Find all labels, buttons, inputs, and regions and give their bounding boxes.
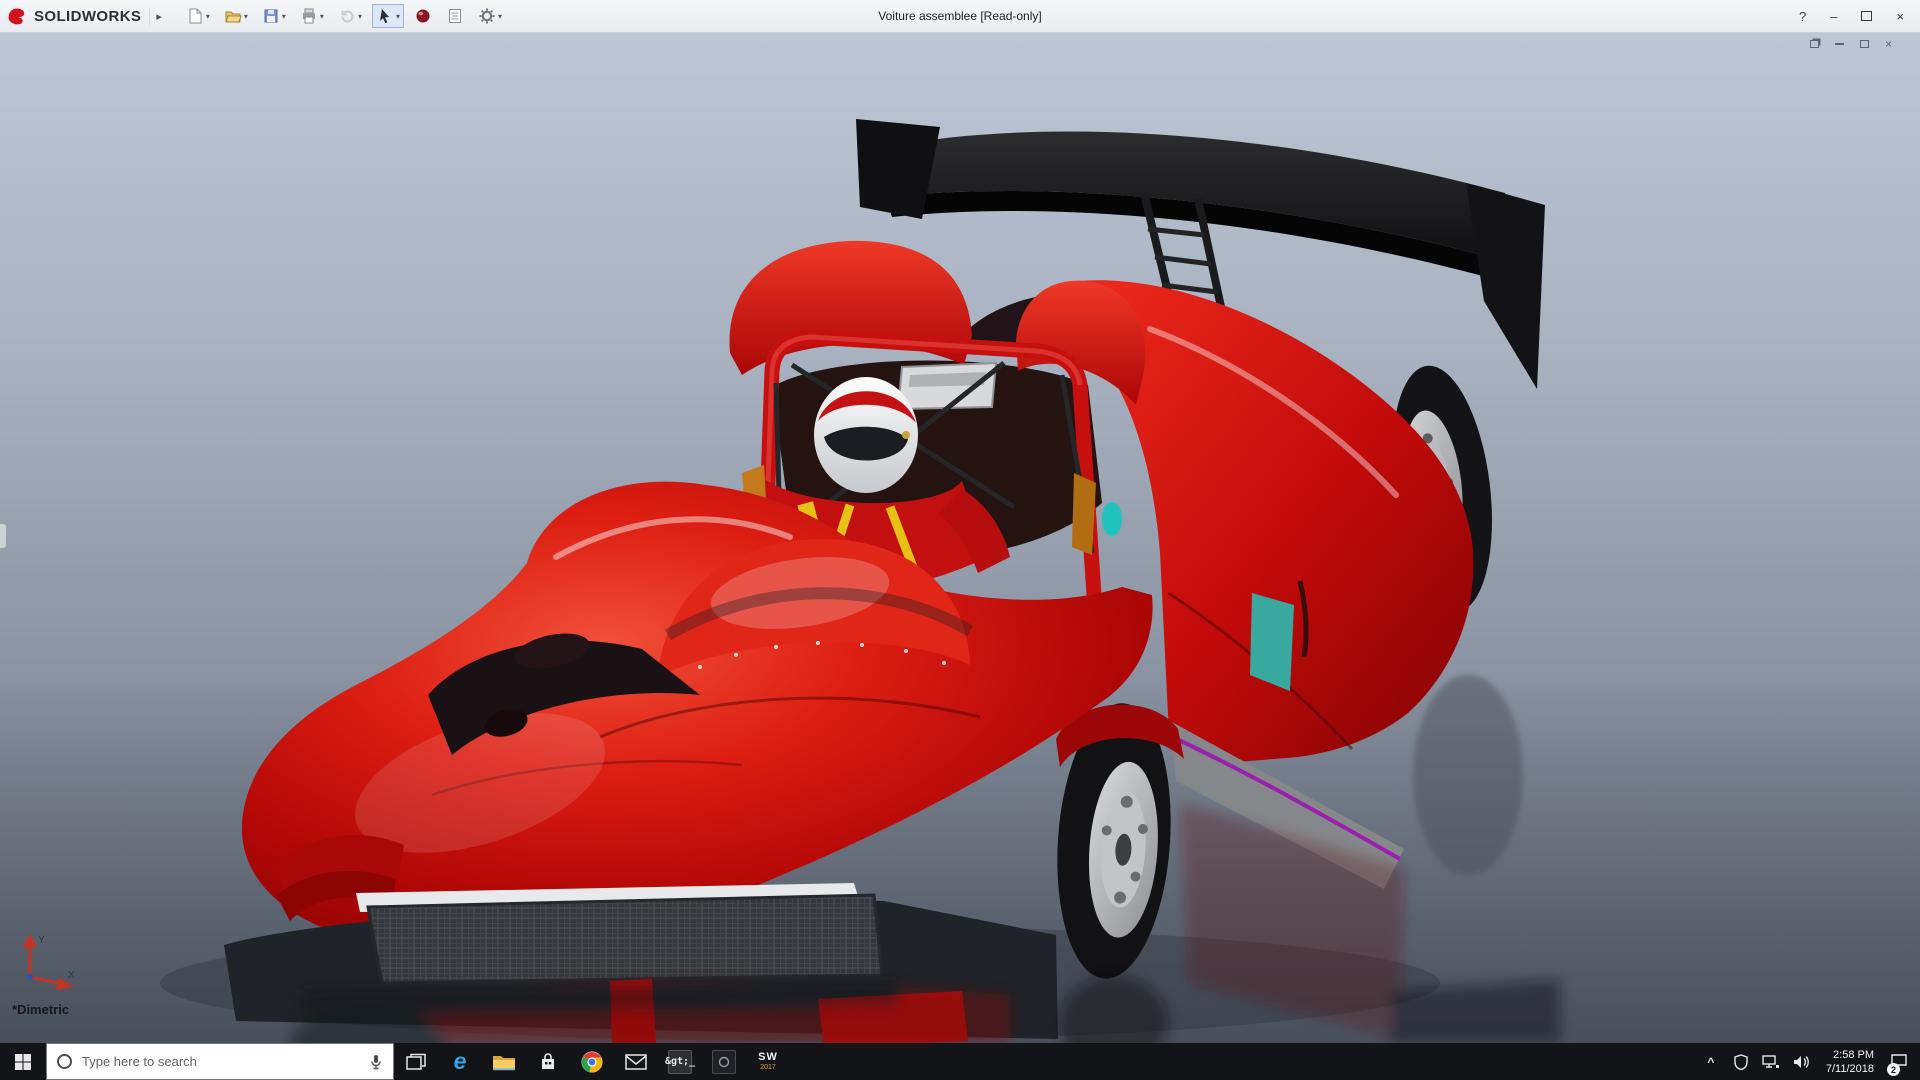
task-view-button[interactable] bbox=[394, 1043, 438, 1080]
command-prompt-button[interactable]: &gt;_ bbox=[658, 1043, 702, 1080]
shield-icon bbox=[1734, 1054, 1748, 1070]
document-window-controls: × bbox=[1810, 38, 1892, 50]
edge-browser-button[interactable]: e bbox=[438, 1043, 482, 1080]
new-document-icon bbox=[186, 7, 204, 25]
close-button[interactable]: × bbox=[1896, 10, 1904, 23]
mail-button[interactable] bbox=[614, 1043, 658, 1080]
defender-tray-button[interactable] bbox=[1728, 1043, 1754, 1080]
print-icon bbox=[300, 7, 318, 25]
action-center-button[interactable]: 2 bbox=[1886, 1043, 1912, 1080]
command-prompt-icon: &gt;_ bbox=[668, 1050, 692, 1074]
doc-maximize-button[interactable] bbox=[1860, 40, 1869, 48]
select-cursor-icon bbox=[376, 7, 394, 25]
windows-logo-icon bbox=[14, 1053, 32, 1071]
store-button[interactable] bbox=[526, 1043, 570, 1080]
options-gear-icon bbox=[478, 7, 496, 25]
new-document-button[interactable]: ▾ bbox=[182, 4, 214, 28]
title-bar: SOLIDWORKS ▸ ▾ ▾ ▾ ▾ bbox=[0, 0, 1920, 33]
solidworks-app-icon: SW 2017 bbox=[758, 1052, 778, 1071]
undo-icon bbox=[338, 7, 356, 25]
save-button[interactable]: ▾ bbox=[258, 4, 290, 28]
triad-x-label: X bbox=[68, 970, 75, 981]
triad-y-label: Y bbox=[38, 935, 45, 946]
minimize-button[interactable]: – bbox=[1830, 10, 1837, 23]
chrome-button[interactable] bbox=[570, 1043, 614, 1080]
menu-expand-arrow[interactable]: ▸ bbox=[149, 8, 168, 25]
appearance-sphere-icon bbox=[414, 7, 432, 25]
undo-button[interactable]: ▾ bbox=[334, 4, 366, 28]
clock-date: 7/11/2018 bbox=[1826, 1062, 1874, 1076]
radiator-grille bbox=[368, 895, 882, 983]
orientation-triad: Y X bbox=[16, 931, 80, 991]
solidworks-logo: SOLIDWORKS bbox=[6, 6, 145, 26]
cortana-icon bbox=[57, 1054, 72, 1069]
clock-time: 2:58 PM bbox=[1833, 1048, 1874, 1062]
doc-cascade-icon[interactable] bbox=[1810, 40, 1819, 48]
start-button[interactable] bbox=[0, 1043, 46, 1080]
search-input[interactable] bbox=[82, 1054, 359, 1069]
race-car-model bbox=[0, 33, 1920, 1043]
pinned-apps: e bbox=[394, 1043, 790, 1080]
open-folder-icon bbox=[224, 7, 242, 25]
windows-taskbar: e bbox=[0, 1043, 1920, 1080]
chrome-icon bbox=[580, 1050, 604, 1074]
notification-badge: 2 bbox=[1887, 1063, 1900, 1076]
appearance-button[interactable] bbox=[410, 4, 436, 28]
edge-icon: e bbox=[454, 1048, 467, 1075]
design-table-button[interactable] bbox=[442, 4, 468, 28]
doc-minimize-button[interactable] bbox=[1835, 43, 1844, 45]
quick-access-toolbar: ▾ ▾ ▾ ▾ ▾ bbox=[182, 4, 506, 28]
taskbar-search-box[interactable] bbox=[46, 1043, 394, 1080]
network-tray-button[interactable] bbox=[1758, 1043, 1784, 1080]
print-button[interactable]: ▾ bbox=[296, 4, 328, 28]
graphics-viewport[interactable]: × Y X *Dimetric bbox=[0, 33, 1920, 1043]
options-button[interactable]: ▾ bbox=[474, 4, 506, 28]
help-button[interactable]: ? bbox=[1799, 10, 1806, 23]
taskbar-clock[interactable]: 2:58 PM 7/11/2018 bbox=[1818, 1048, 1882, 1076]
save-floppy-icon bbox=[262, 7, 280, 25]
maximize-button[interactable] bbox=[1861, 11, 1872, 21]
mail-icon bbox=[625, 1054, 647, 1070]
solidworks-app-button[interactable]: SW 2017 bbox=[746, 1043, 790, 1080]
file-explorer-icon bbox=[492, 1052, 516, 1072]
brand-text: SOLIDWORKS bbox=[34, 8, 141, 25]
open-button[interactable]: ▾ bbox=[220, 4, 252, 28]
design-table-icon bbox=[446, 7, 464, 25]
store-bag-icon bbox=[538, 1052, 558, 1072]
file-explorer-button[interactable] bbox=[482, 1043, 526, 1080]
speaker-icon bbox=[1793, 1055, 1809, 1069]
panel-collapse-handle[interactable] bbox=[0, 523, 7, 549]
tray-expand-button[interactable]: ^ bbox=[1698, 1043, 1724, 1080]
view-orientation-label: *Dimetric bbox=[12, 1002, 69, 1017]
system-tray: ^ 2:58 PM 7/11/2018 bbox=[1698, 1043, 1920, 1080]
media-app-button[interactable] bbox=[702, 1043, 746, 1080]
doc-close-button[interactable]: × bbox=[1885, 38, 1892, 50]
window-title: Voiture assemblee [Read-only] bbox=[878, 9, 1041, 23]
microphone-icon[interactable] bbox=[369, 1054, 383, 1070]
volume-tray-button[interactable] bbox=[1788, 1043, 1814, 1080]
task-view-icon bbox=[406, 1053, 426, 1071]
select-button[interactable]: ▾ bbox=[372, 4, 404, 28]
ds-logo-icon bbox=[6, 6, 30, 26]
media-app-icon bbox=[712, 1050, 736, 1074]
network-icon bbox=[1762, 1055, 1779, 1069]
